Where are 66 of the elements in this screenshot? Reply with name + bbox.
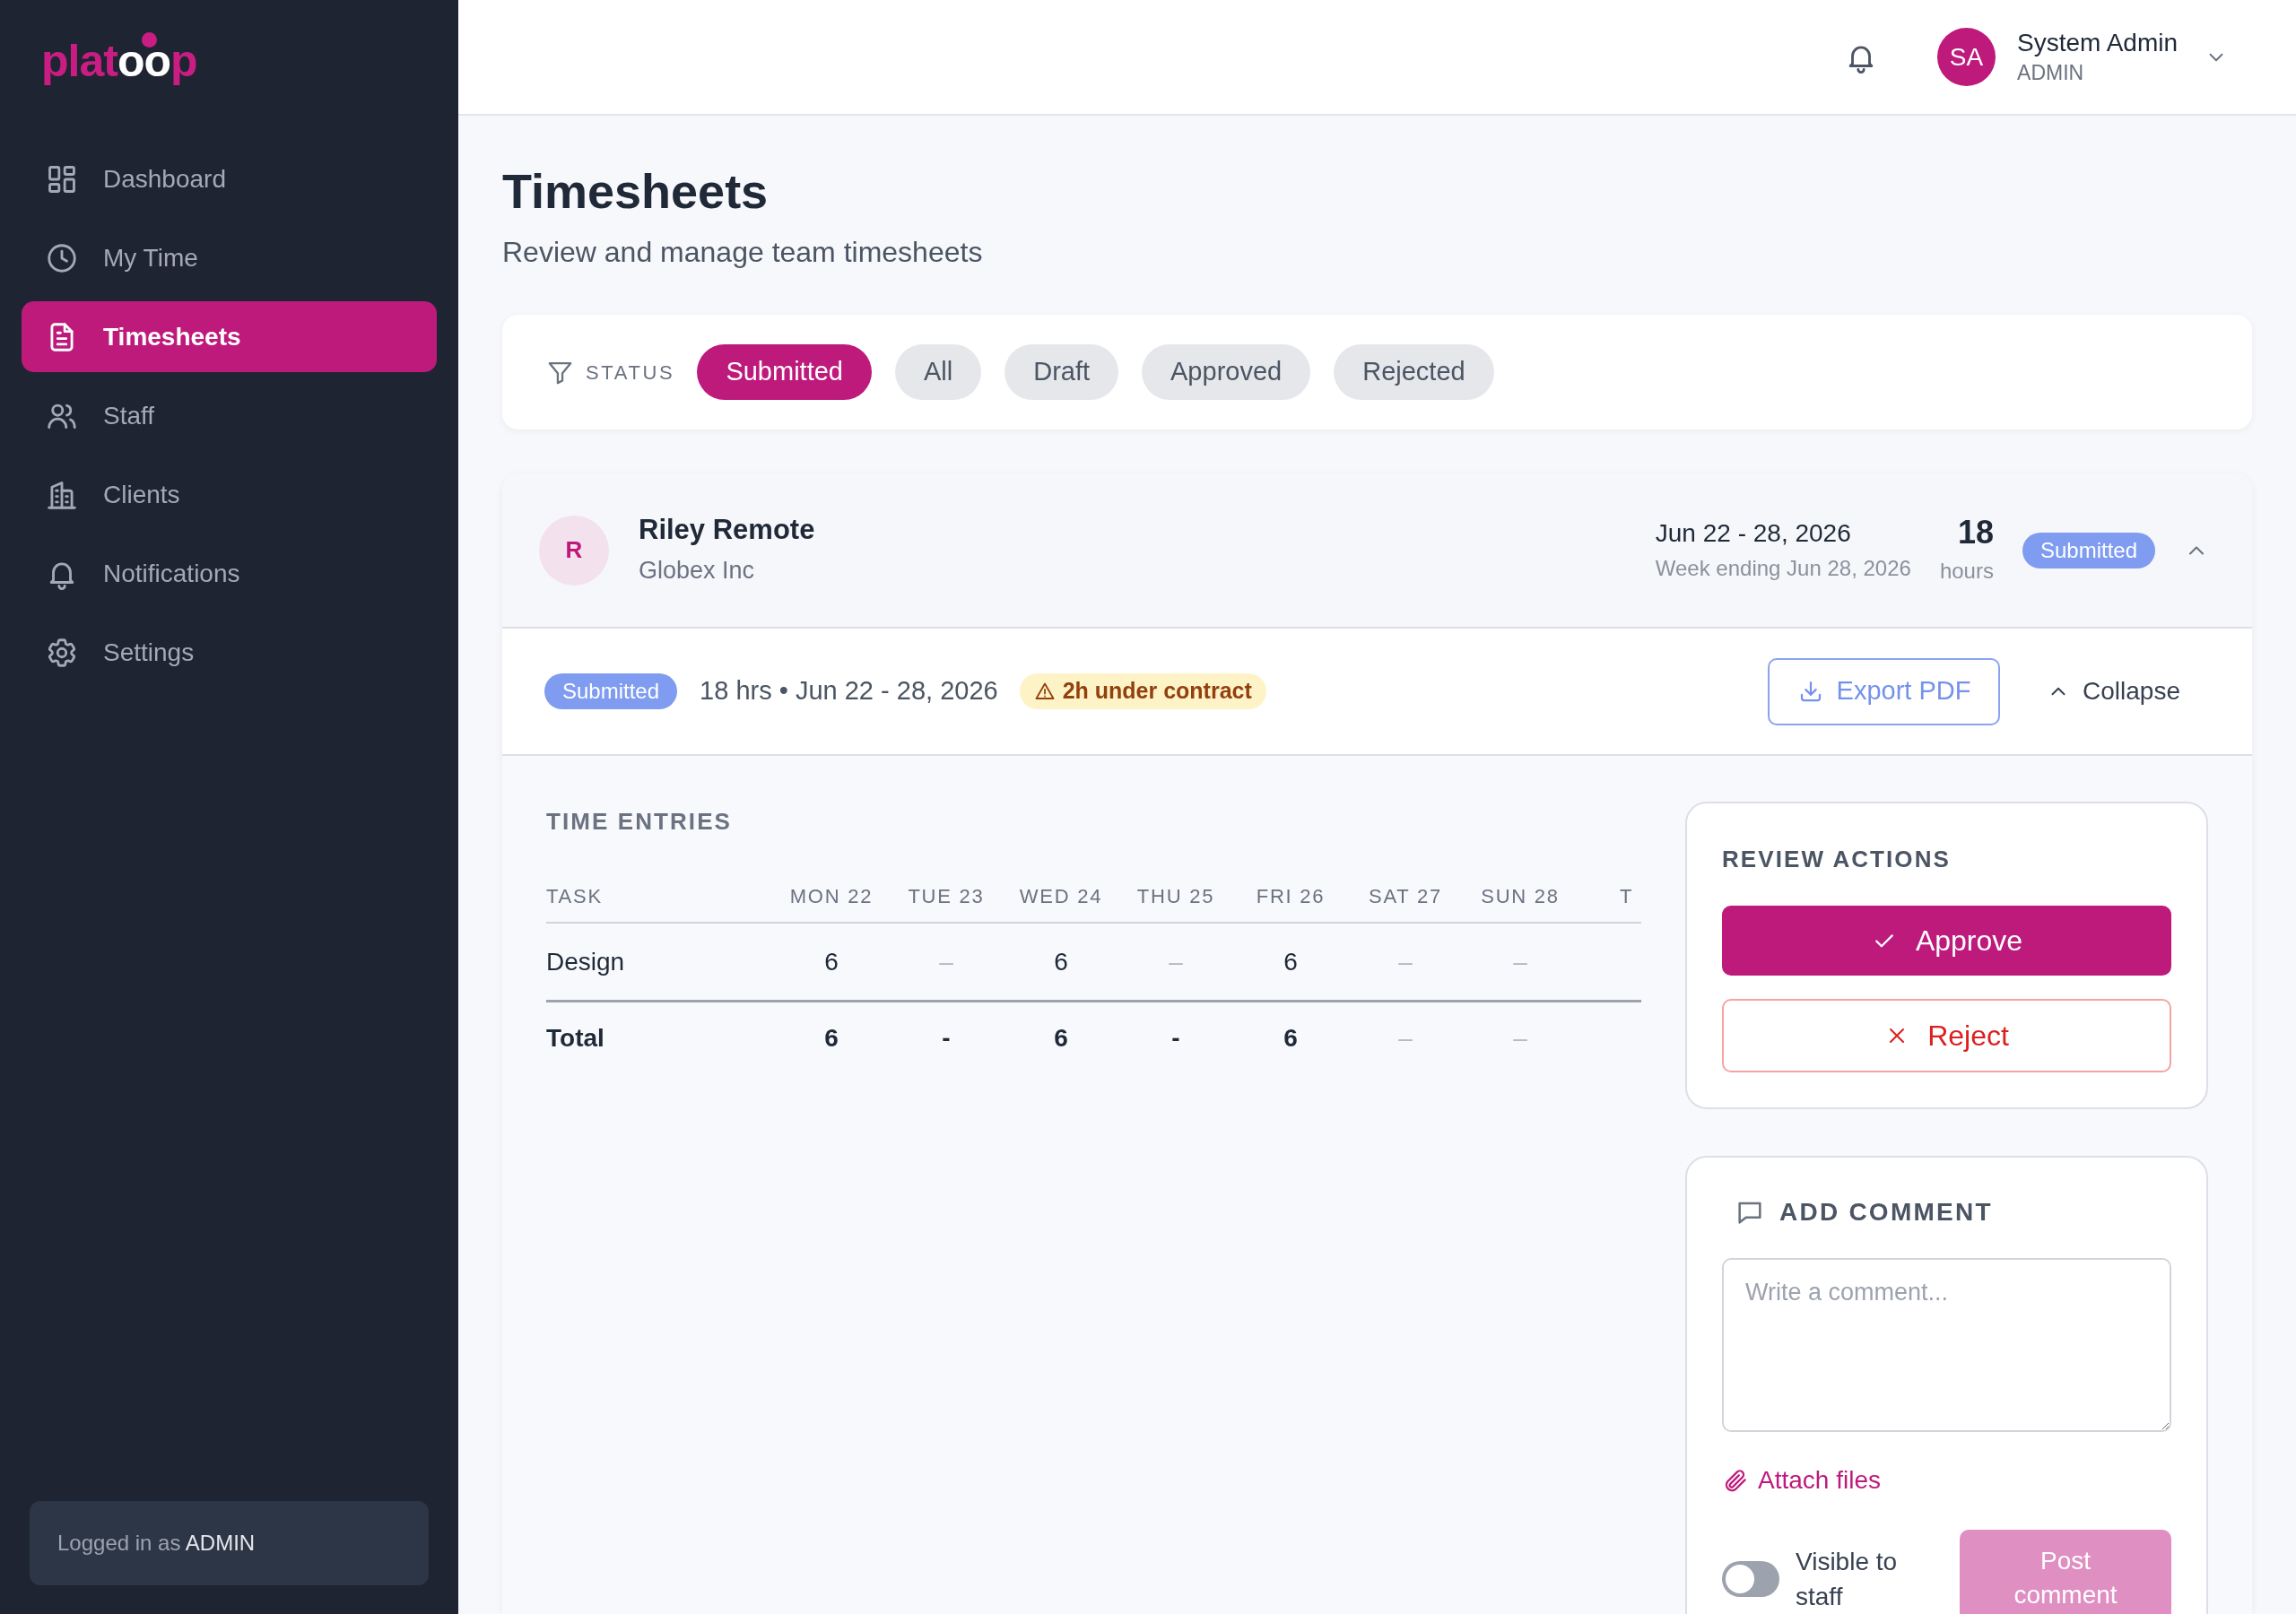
table-cell-text: - xyxy=(941,1022,952,1054)
toggle-label: Visible to staff xyxy=(1796,1547,1899,1612)
collapse-button[interactable]: Collapse xyxy=(2047,672,2180,710)
table-cell-text: 6 xyxy=(823,946,839,977)
sidebar-item[interactable]: Staff xyxy=(22,380,437,451)
page-subtitle: Review and manage team timesheets xyxy=(502,235,984,270)
column-header: MON 22 xyxy=(788,883,874,909)
status-badge: Submitted xyxy=(544,673,678,709)
table-cell-text: Total xyxy=(546,1022,605,1054)
attach-files-link[interactable]: Attach files xyxy=(1722,1462,1881,1499)
status-filter-chip[interactable]: All xyxy=(894,344,982,400)
page-title: Timesheets xyxy=(502,164,770,218)
table-cell-text: – xyxy=(938,946,954,977)
week-ending: Week ending Jun 28, 2026 xyxy=(1655,554,1911,582)
week-range: Jun 22 - 28, 2026 xyxy=(1655,517,1852,549)
user-avatar[interactable]: SA xyxy=(1937,28,1996,86)
user-name: System Admin xyxy=(2017,27,2178,58)
hours-total: 18 xyxy=(1957,514,1994,551)
table-cell-text: 6 xyxy=(1283,1022,1299,1054)
warning-badge: 2h under contract xyxy=(1019,673,1266,709)
table-cell-text: – xyxy=(1397,1022,1413,1054)
sidebar-item[interactable]: Settings xyxy=(22,617,437,688)
table-cell-text: – xyxy=(1397,946,1413,977)
warning-icon xyxy=(1033,681,1056,702)
column-header: WED 24 xyxy=(1018,883,1104,909)
column-header: THU 25 xyxy=(1135,883,1216,909)
table-cell-text: Design xyxy=(546,946,626,977)
panel-title: REVIEW ACTIONS xyxy=(1722,845,1952,873)
column-header: FRI 26 xyxy=(1255,883,1326,909)
sidebar-item[interactable]: Timesheets xyxy=(22,301,437,372)
staff-avatar: R xyxy=(539,515,609,586)
panel-title: ADD COMMENT xyxy=(1779,1197,1993,1228)
status-filter-chip[interactable]: Submitted xyxy=(697,344,872,400)
table-cell-text: – xyxy=(1168,946,1184,977)
sidebar-item[interactable]: My Time xyxy=(22,222,437,293)
summary-text: 18 hrs • Jun 22 - 28, 2026 xyxy=(700,675,998,707)
filter-label: STATUS xyxy=(586,360,675,386)
column-header: SAT 27 xyxy=(1368,883,1443,909)
status-filter-chip[interactable]: Approved xyxy=(1142,344,1311,400)
column-header: SUN 28 xyxy=(1480,883,1561,909)
client-name: Globex Inc xyxy=(639,555,756,586)
table-cell-text: – xyxy=(1512,1022,1528,1054)
reject-button[interactable]: Reject xyxy=(1722,999,2171,1072)
column-header: T xyxy=(1619,883,1635,909)
table-cell-text: 6 xyxy=(1283,946,1299,977)
column-header: TASK xyxy=(546,883,604,909)
status-filter-chip[interactable]: Draft xyxy=(1004,344,1119,400)
table-cell-text: 6 xyxy=(823,1022,839,1054)
staff-name: Riley Remote xyxy=(639,512,815,547)
status-badge: Submitted xyxy=(2022,532,2155,568)
sidebar-item[interactable]: Dashboard xyxy=(22,143,437,214)
visibility-toggle[interactable] xyxy=(1722,1561,1779,1597)
table-cell-text: – xyxy=(1512,946,1528,977)
status-filter-chip[interactable]: Rejected xyxy=(1334,344,1494,400)
table-cell-text: - xyxy=(1170,1022,1181,1054)
hours-label: hours xyxy=(1939,557,1994,585)
table-cell-text: 6 xyxy=(1053,1022,1069,1054)
user-role: ADMIN xyxy=(2017,59,2085,86)
column-header: TUE 23 xyxy=(907,883,986,909)
table-cell-text: 6 xyxy=(1053,946,1069,977)
login-status-text: Logged in as ADMIN xyxy=(57,1530,256,1557)
approve-button[interactable]: Approve xyxy=(1722,906,2171,976)
section-title: TIME ENTRIES xyxy=(546,807,733,836)
comment-field[interactable]: Write a comment... xyxy=(1722,1258,2171,1432)
sidebar-item[interactable]: Clients xyxy=(22,459,437,530)
sidebar-item[interactable]: Notifications xyxy=(22,538,437,609)
